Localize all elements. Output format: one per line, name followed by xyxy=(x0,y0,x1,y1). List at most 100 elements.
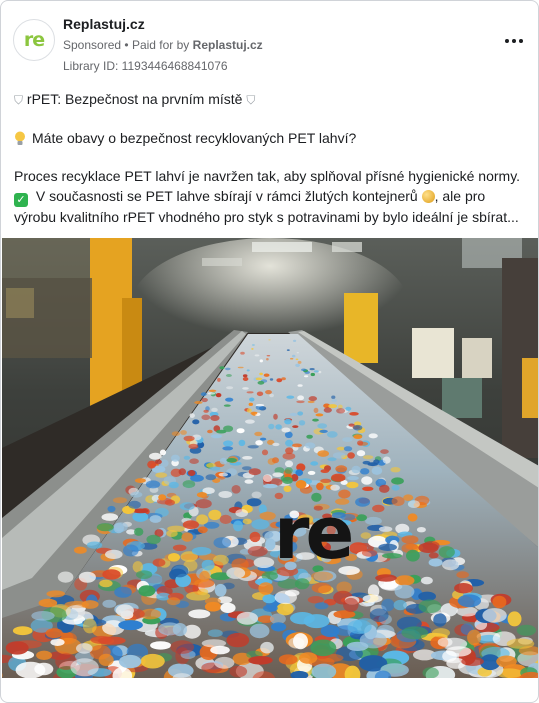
bottle-shape xyxy=(168,481,179,489)
bottle-shape xyxy=(308,396,317,402)
bottle-shape xyxy=(307,470,316,475)
bottle-shape xyxy=(456,571,470,579)
bottle-shape xyxy=(292,443,302,448)
bottle-shape xyxy=(238,439,246,447)
bottle-shape xyxy=(261,449,269,456)
shield-icon: ⛉ xyxy=(246,93,256,107)
bottle-shape xyxy=(207,429,213,434)
bottle-shape xyxy=(214,583,227,597)
bottle-shape xyxy=(242,387,249,390)
bottle-shape xyxy=(209,466,221,471)
bottle-shape xyxy=(246,408,252,413)
paid-for-prefix: Paid for by xyxy=(131,38,190,52)
bottle-shape xyxy=(196,492,208,498)
bottle-shape xyxy=(237,366,244,369)
bottle-shape xyxy=(378,526,393,532)
bottle-shape xyxy=(289,412,298,417)
bottle-shape xyxy=(180,430,187,435)
advertiser-avatar[interactable]: re xyxy=(13,19,55,61)
bottle-shape xyxy=(191,546,212,556)
bottle-shape xyxy=(242,374,248,378)
bottle-shape xyxy=(349,412,359,416)
ad-image[interactable]: re xyxy=(2,238,538,678)
bottle-shape xyxy=(200,392,207,397)
bottle-shape xyxy=(219,514,232,524)
bottle-shape xyxy=(516,624,537,636)
bottle-shape xyxy=(263,604,278,612)
ad-card: re Replastuj.cz Sponsored • Paid for by … xyxy=(0,0,539,703)
replastuj-logo-overlay: re xyxy=(274,502,356,566)
bottle-shape xyxy=(187,470,196,476)
bottle-shape xyxy=(301,368,307,372)
bottle-shape xyxy=(233,520,243,532)
question: Máte obavy o bezpečnost recyklovaných PE… xyxy=(32,130,357,146)
bottle-shape xyxy=(303,614,330,629)
bottle-shape xyxy=(418,599,442,614)
bottle-shape xyxy=(268,339,271,341)
bottle-shape xyxy=(285,439,294,447)
bottle-shape xyxy=(432,628,450,638)
bottle-shape xyxy=(242,377,249,381)
bottle-shape xyxy=(188,443,199,450)
bottle-shape xyxy=(351,465,361,474)
paid-for-name[interactable]: Replastuj.cz xyxy=(193,38,263,52)
bottle-shape xyxy=(394,584,415,599)
bottle-shape xyxy=(433,613,447,627)
bottle-shape xyxy=(203,409,209,413)
bottle-shape xyxy=(378,543,398,551)
bottle-shape xyxy=(98,653,114,666)
bottle-shape xyxy=(257,380,265,385)
bottle-shape xyxy=(235,509,248,518)
bottle-shape xyxy=(255,404,265,407)
bottle-shape xyxy=(155,472,168,478)
bottle-shape xyxy=(242,518,252,525)
paragraph-line-2b: , ale pro xyxy=(434,188,486,204)
bottle-shape xyxy=(311,571,334,581)
bottle-shape xyxy=(286,395,295,399)
more-dot-icon xyxy=(512,39,516,43)
bottle-shape xyxy=(248,468,261,476)
bottle-shape xyxy=(251,491,262,499)
bottle-shape xyxy=(442,559,460,571)
bottle-shape xyxy=(295,363,300,367)
bottle-shape xyxy=(226,458,237,463)
bottle-shape xyxy=(304,442,316,449)
bottle-shape xyxy=(461,657,484,666)
bottle-shape xyxy=(216,429,227,434)
bottle-shape xyxy=(251,344,255,346)
bottle-shape xyxy=(331,473,346,482)
more-options-button[interactable] xyxy=(502,31,526,51)
bottle-shape xyxy=(271,622,287,632)
bottle-shape xyxy=(312,418,319,422)
bottle-shape xyxy=(211,407,218,412)
bottle-shape xyxy=(259,372,263,376)
bottle-shape xyxy=(150,641,172,650)
bottle-shape xyxy=(36,650,53,660)
bottle-shape xyxy=(226,386,234,390)
bottle-shape xyxy=(102,569,121,580)
bottle-shape xyxy=(149,515,162,523)
bottle-shape xyxy=(401,626,429,640)
bottle-shape xyxy=(181,532,193,542)
bottle-shape xyxy=(118,654,142,669)
bottle-shape xyxy=(170,640,195,654)
bottle-shape xyxy=(167,525,186,532)
paragraph-line-3[interactable]: výrobu kvalitního rPET vhodného pro styk… xyxy=(14,207,528,227)
advertiser-name[interactable]: Replastuj.cz xyxy=(63,15,263,33)
bottle-shape xyxy=(262,474,273,482)
bottle-shape xyxy=(331,399,338,402)
bottle-shape xyxy=(391,496,405,507)
bottle-shape xyxy=(5,641,29,655)
bottle-shape xyxy=(320,478,332,483)
bottle-shape xyxy=(428,558,443,567)
lightbulb-icon xyxy=(15,131,25,145)
bottle-shape xyxy=(31,611,55,621)
bottle-shape xyxy=(292,354,296,358)
bottle-shape xyxy=(297,395,304,401)
bottle-shape xyxy=(115,604,134,617)
bottle-shape xyxy=(506,638,535,649)
bottle-shape xyxy=(346,481,359,489)
bottle-shape xyxy=(57,571,74,583)
bottle-shape xyxy=(368,433,378,439)
bottle-shape xyxy=(12,626,33,636)
